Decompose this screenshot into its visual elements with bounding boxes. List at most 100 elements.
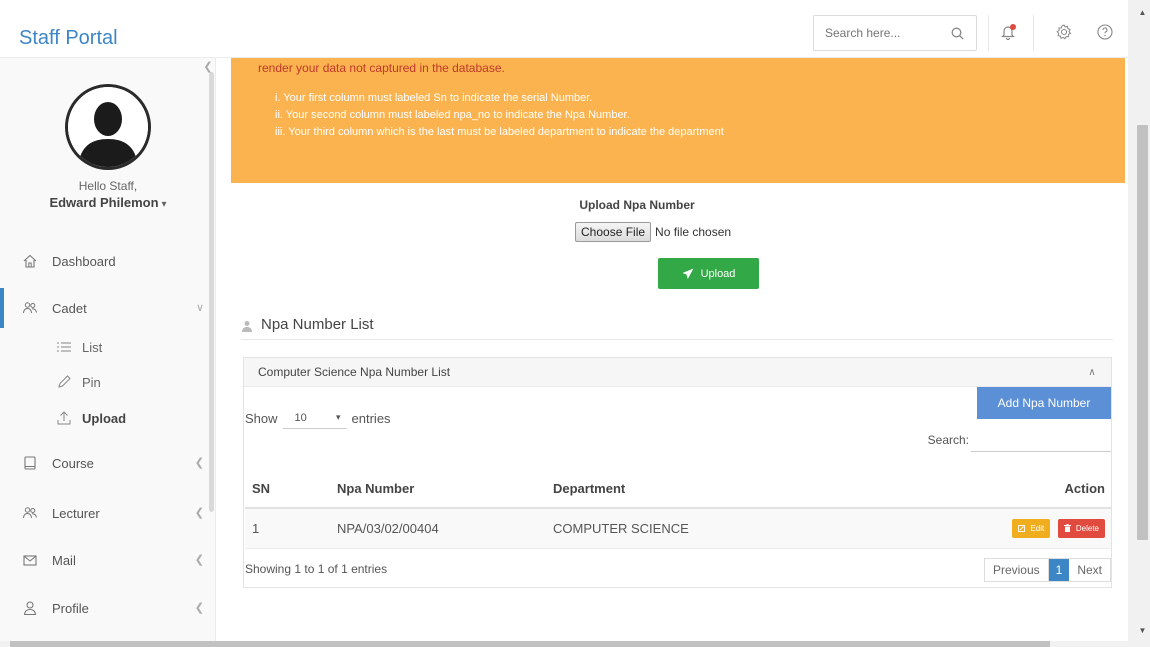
- cell-sn: 1: [245, 508, 330, 549]
- column-header[interactable]: Action: [865, 470, 1111, 509]
- table-row: 1 NPA/03/02/00404 COMPUTER SCIENCE Edit …: [245, 508, 1111, 549]
- users-icon: [22, 505, 38, 521]
- sidebar-item-mail[interactable]: Mail ❮: [0, 540, 216, 580]
- sidebar-item-label: Profile: [52, 600, 89, 616]
- chevron-down-icon: ∨: [195, 302, 204, 314]
- home-icon: [22, 253, 38, 269]
- delete-label: Delete: [1075, 523, 1099, 533]
- notification-button[interactable]: [990, 15, 1026, 51]
- users-icon: [22, 300, 38, 316]
- help-button[interactable]: [1087, 15, 1123, 51]
- header-divider: [1033, 15, 1034, 51]
- alert-rule: iii. Your third column which is the last…: [275, 126, 724, 138]
- scrollbar-thumb[interactable]: [10, 641, 1050, 647]
- npa-list-panel: Computer Science Npa Number List ∧ Add N…: [243, 357, 1112, 588]
- choose-file-button[interactable]: Choose File: [575, 222, 652, 242]
- sidebar-item-lecturer[interactable]: Lecturer ❮: [0, 493, 216, 533]
- trash-icon: [1063, 524, 1071, 533]
- scrollbar-thumb[interactable]: [1137, 125, 1148, 540]
- user-icon: [241, 320, 253, 332]
- sidebar-item-label: Lecturer: [52, 505, 100, 521]
- table-info: Showing 1 to 1 of 1 entries: [245, 562, 388, 576]
- scroll-down-arrow-icon[interactable]: ▼: [1137, 626, 1148, 635]
- search-label: Search:: [927, 433, 969, 447]
- sidebar-collapse-button[interactable]: ❮: [200, 58, 216, 74]
- sidebar: ❮ Hello Staff, Edward Philemon ▾ Dashboar…: [0, 58, 216, 641]
- chevron-left-icon: ❮: [194, 507, 204, 519]
- vertical-scrollbar[interactable]: ▲ ▼: [1128, 0, 1150, 647]
- edit-button[interactable]: Edit: [1012, 518, 1051, 538]
- search-icon[interactable]: [950, 26, 966, 42]
- sidebar-subitem-list[interactable]: List: [55, 334, 102, 360]
- panel-title: Computer Science Npa Number List: [258, 365, 451, 379]
- sidebar-item-label: Cadet: [52, 300, 87, 316]
- scroll-up-arrow-icon[interactable]: ▲: [1137, 8, 1148, 17]
- settings-button[interactable]: [1046, 15, 1082, 51]
- caret-down-icon: ▾: [336, 412, 341, 422]
- list-heading: Npa Number List: [241, 316, 1113, 340]
- search-input[interactable]: [814, 16, 944, 50]
- alert-rules: i. Your first column must labeled Sn to …: [275, 90, 724, 141]
- delete-button[interactable]: Delete: [1057, 518, 1105, 538]
- entries-control: Show 10 ▾ entries: [245, 407, 391, 429]
- alert-text: render your data not captured in the dat…: [258, 61, 505, 75]
- book-icon: [22, 455, 38, 471]
- staff-portal-page: Staff Portal ❮: [0, 0, 1150, 647]
- user-icon: [22, 600, 38, 616]
- sidebar-item-cadet[interactable]: Cadet ∨: [0, 288, 216, 328]
- pagination: Previous 1 Next: [983, 558, 1111, 582]
- main-content: render your data not captured in the dat…: [231, 58, 1127, 641]
- horizontal-scrollbar[interactable]: [0, 641, 1128, 647]
- upload-title: Upload Npa Number: [579, 198, 695, 212]
- column-header[interactable]: Npa Number: [330, 470, 546, 509]
- upload-icon: [55, 410, 73, 426]
- table-search-input[interactable]: [971, 428, 1111, 452]
- entries-select[interactable]: 10 ▾: [282, 407, 347, 429]
- npa-table: SN Npa Number Department Action 1 NPA/03…: [245, 470, 1111, 549]
- entries-value: 10: [294, 411, 307, 424]
- table-search: Search:: [928, 428, 1111, 452]
- sidebar-item-dashboard[interactable]: Dashboard: [0, 241, 216, 281]
- chevron-up-icon[interactable]: ∧: [1087, 367, 1097, 378]
- gear-icon: [1055, 23, 1073, 44]
- add-npa-number-button[interactable]: Add Npa Number: [977, 387, 1111, 419]
- pagination-previous[interactable]: Previous: [985, 559, 1049, 581]
- send-icon: [682, 268, 694, 280]
- edit-label: Edit: [1030, 523, 1045, 533]
- mail-icon: [22, 552, 38, 568]
- show-label: Show: [245, 410, 278, 426]
- notification-dot: [1010, 24, 1016, 30]
- panel-header: Computer Science Npa Number List ∧: [244, 358, 1111, 387]
- greeting-text: Hello Staff,: [78, 179, 138, 193]
- sidebar-item-profile[interactable]: Profile ❮: [0, 588, 216, 628]
- pagination-next[interactable]: Next: [1069, 559, 1110, 581]
- sidebar-subitem-label: List: [82, 339, 103, 355]
- sidebar-subitem-pin[interactable]: Pin: [55, 369, 101, 395]
- list-icon: [55, 339, 73, 355]
- chevron-left-icon: ❮: [194, 554, 204, 566]
- sidebar-item-label: Course: [52, 455, 94, 471]
- user-name: Edward Philemon: [49, 195, 159, 210]
- help-icon: [1096, 23, 1114, 44]
- user-menu[interactable]: Edward Philemon ▾: [0, 195, 216, 210]
- sidebar-subitem-label: Pin: [82, 374, 101, 390]
- pagination-page[interactable]: 1: [1048, 559, 1070, 581]
- upload-instructions-alert: render your data not captured in the dat…: [231, 58, 1125, 183]
- pencil-icon: [55, 374, 73, 390]
- table-header-row: SN Npa Number Department Action: [245, 470, 1111, 509]
- sidebar-item-label: Dashboard: [52, 253, 116, 269]
- avatar[interactable]: [65, 84, 151, 170]
- upload-button[interactable]: Upload: [658, 258, 759, 289]
- cell-npa-number: NPA/03/02/00404: [330, 508, 546, 549]
- top-header: Staff Portal: [0, 8, 1128, 58]
- file-input[interactable]: Choose File No file chosen: [575, 222, 731, 242]
- sidebar-item-course[interactable]: Course ❮: [0, 443, 216, 483]
- column-header[interactable]: Department: [546, 470, 866, 509]
- chevron-left-icon: ❮: [194, 457, 204, 469]
- sidebar-subitem-upload[interactable]: Upload: [55, 405, 126, 431]
- cell-action: Edit Delete: [865, 508, 1111, 549]
- brand-title[interactable]: Staff Portal: [9, 18, 215, 58]
- entries-label: entries: [351, 410, 391, 426]
- column-header[interactable]: SN: [245, 470, 330, 509]
- header-search[interactable]: [813, 15, 977, 51]
